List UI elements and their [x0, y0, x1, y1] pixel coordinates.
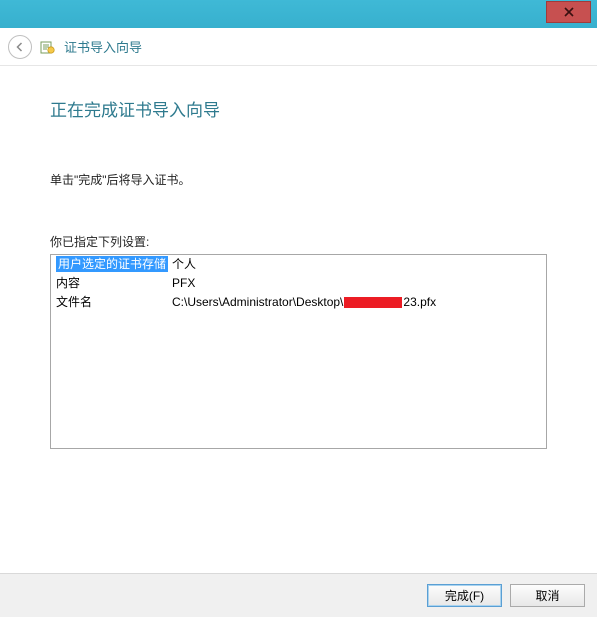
redacted-segment — [344, 297, 402, 308]
certificate-wizard-icon — [40, 39, 56, 55]
settings-row-selected[interactable]: 用户选定的证书存储 个人 — [51, 255, 546, 274]
settings-row[interactable]: 内容 PFX — [51, 274, 546, 293]
wizard-header: 证书导入向导 — [0, 28, 597, 66]
finish-button[interactable]: 完成(F) — [427, 584, 502, 607]
close-button[interactable] — [546, 1, 591, 23]
page-heading: 正在完成证书导入向导 — [50, 96, 547, 121]
instruction-text: 单击"完成"后将导入证书。 — [50, 171, 547, 188]
back-button[interactable] — [8, 35, 32, 59]
setting-value: C:\Users\Administrator\Desktop\23.pfx — [172, 293, 543, 312]
setting-value: 个人 — [172, 255, 543, 274]
cancel-button[interactable]: 取消 — [510, 584, 585, 607]
wizard-footer: 完成(F) 取消 — [0, 573, 597, 617]
settings-label: 你已指定下列设置: — [50, 233, 547, 250]
settings-row[interactable]: 文件名 C:\Users\Administrator\Desktop\23.pf… — [51, 293, 546, 312]
setting-label: 用户选定的证书存储 — [56, 256, 168, 272]
wizard-title: 证书导入向导 — [64, 37, 142, 56]
setting-label: 文件名 — [54, 293, 172, 312]
title-bar — [0, 0, 597, 28]
settings-listbox[interactable]: 用户选定的证书存储 个人 内容 PFX 文件名 C:\Users\Adminis… — [50, 254, 547, 449]
close-icon — [564, 7, 574, 17]
setting-label: 内容 — [54, 274, 172, 293]
arrow-left-icon — [14, 41, 26, 53]
setting-value: PFX — [172, 274, 543, 293]
wizard-content: 正在完成证书导入向导 单击"完成"后将导入证书。 你已指定下列设置: 用户选定的… — [0, 66, 597, 459]
